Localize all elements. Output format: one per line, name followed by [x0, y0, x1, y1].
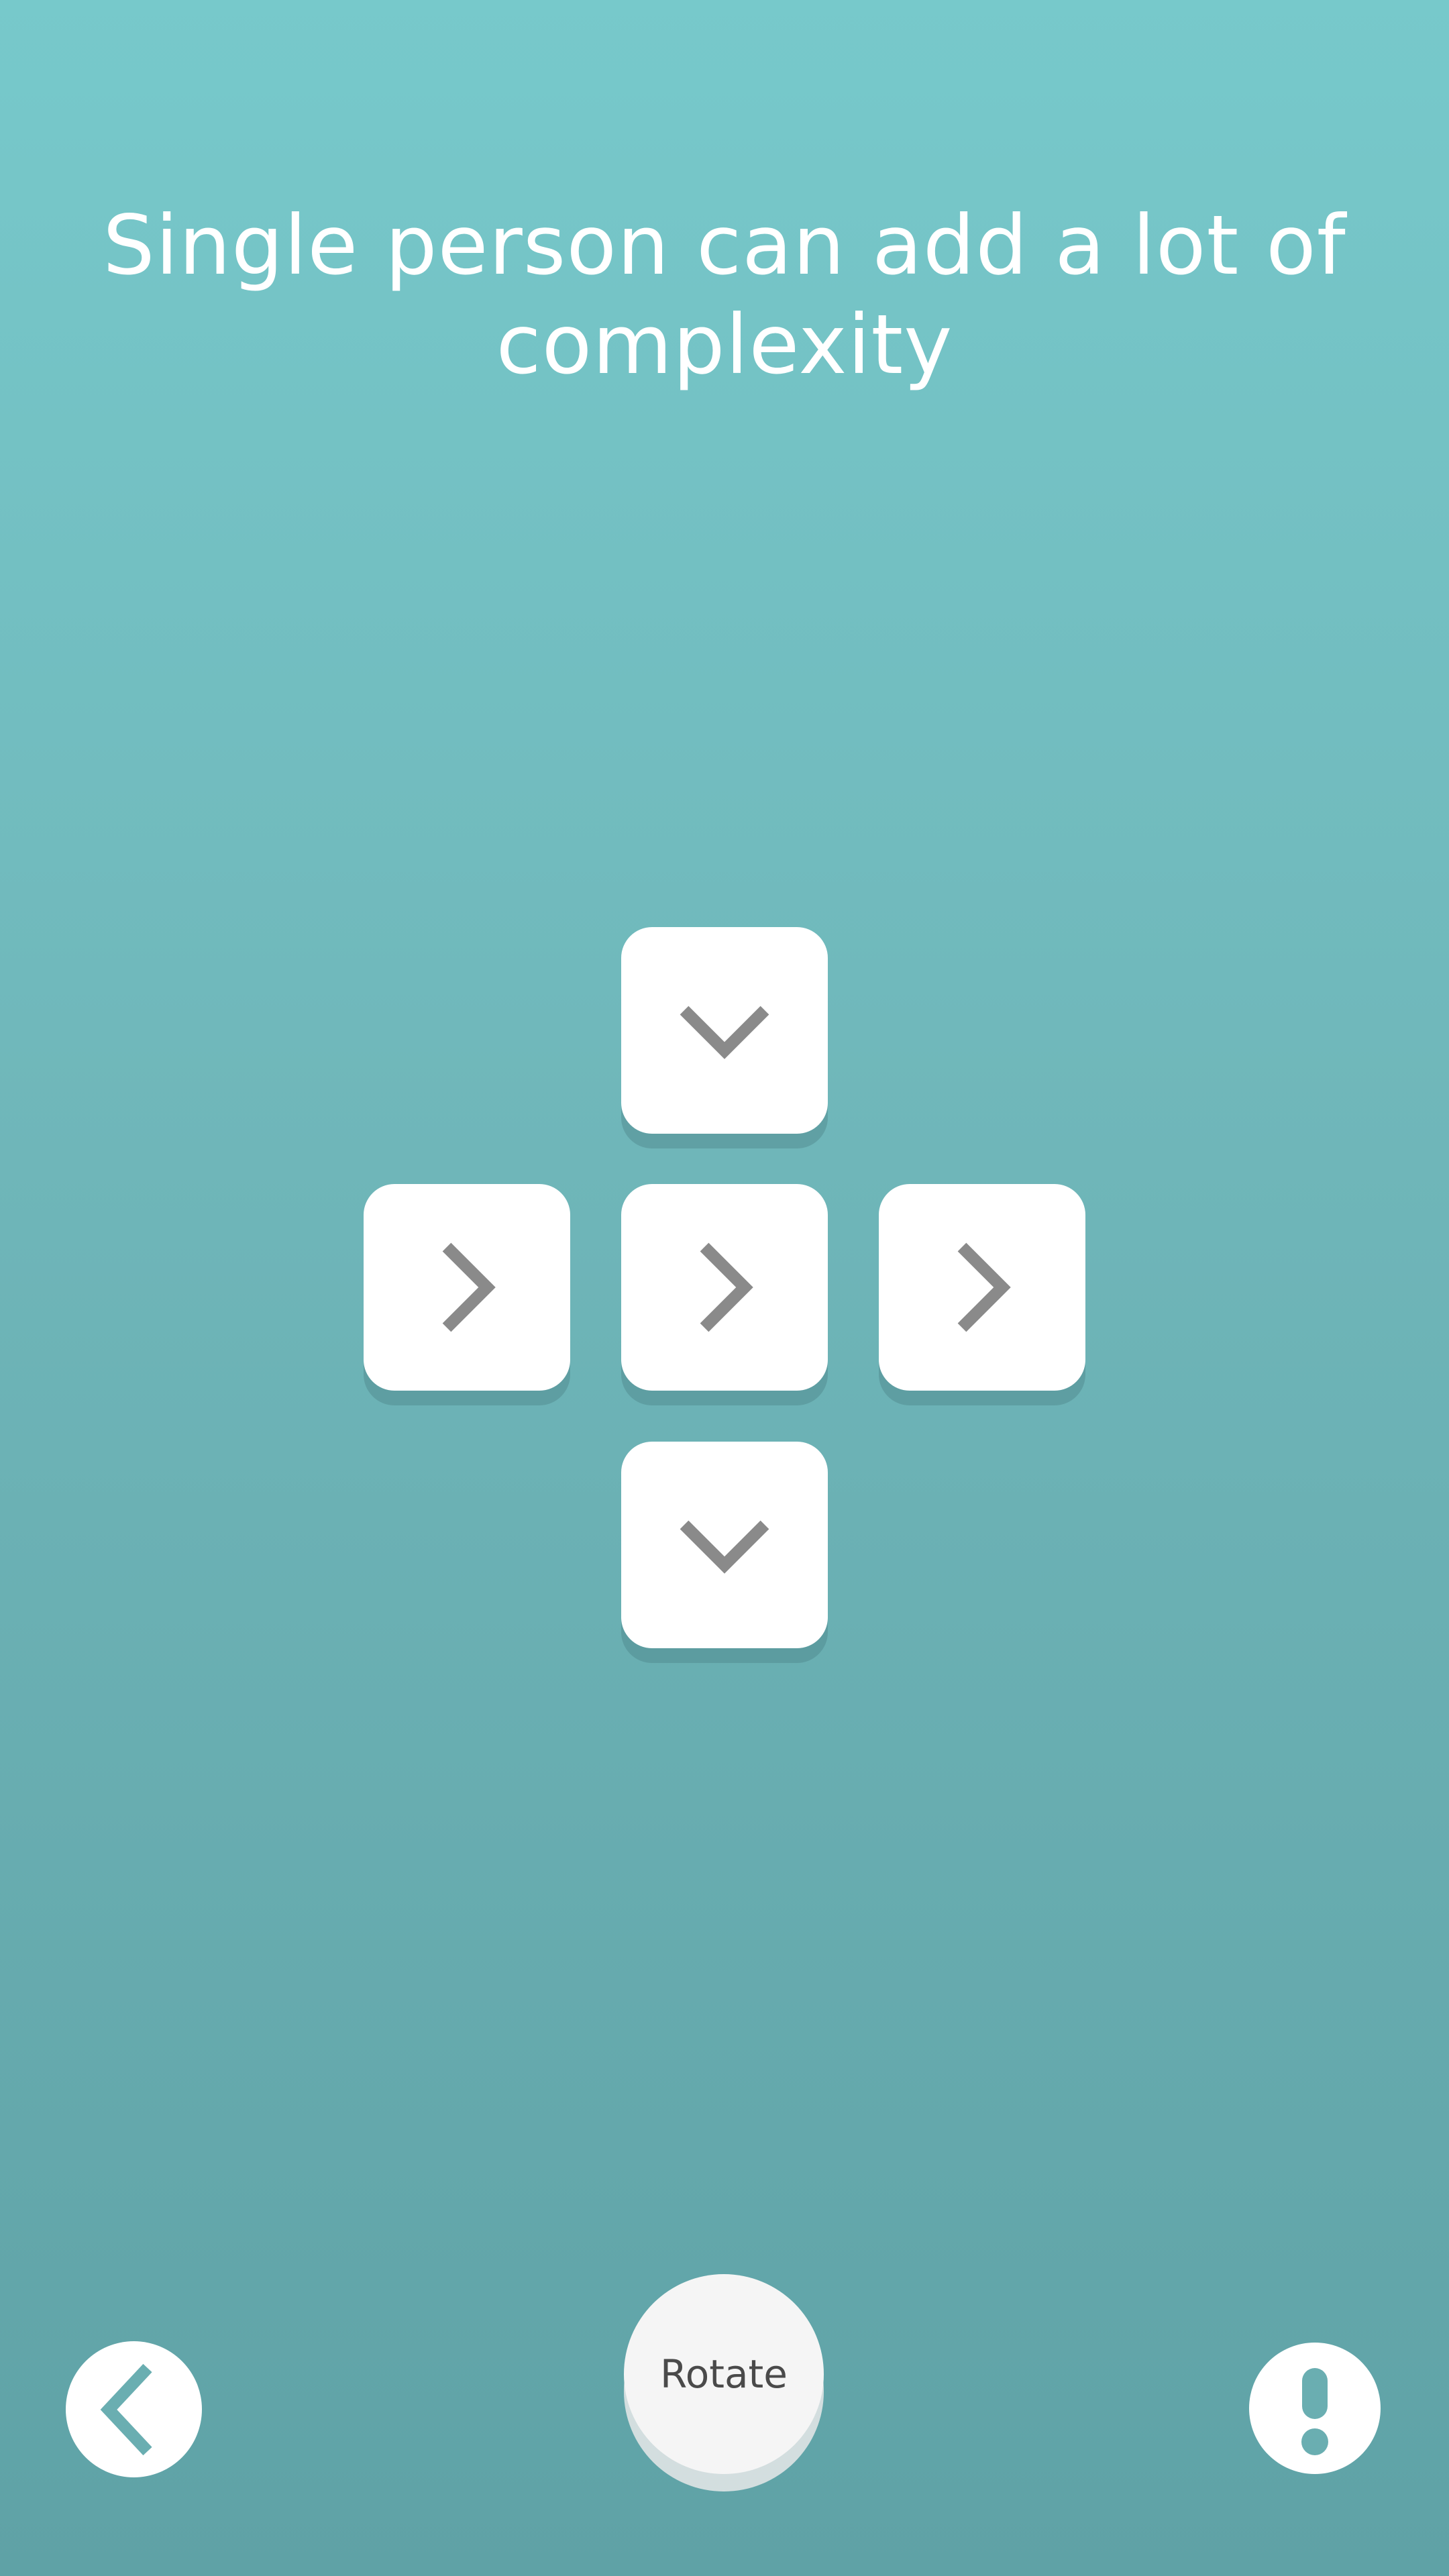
rotate-button[interactable]: Rotate — [624, 2274, 824, 2474]
chevron-right-icon — [700, 1242, 753, 1332]
chevron-left-icon — [100, 2363, 152, 2455]
puzzle-title: Single person can add a lot of complexit… — [103, 198, 1346, 392]
tile-bottom[interactable] — [621, 1442, 828, 1648]
chevron-down-icon — [680, 1520, 769, 1574]
tile-top[interactable] — [621, 927, 828, 1134]
chevron-right-icon — [442, 1242, 496, 1332]
info-button[interactable] — [1249, 2343, 1381, 2474]
tile-left[interactable] — [364, 1184, 570, 1391]
exclamation-icon — [1301, 2368, 1328, 2455]
tile-center[interactable] — [621, 1184, 828, 1391]
chevron-down-icon — [680, 1006, 769, 1059]
rotate-button-label: Rotate — [660, 2351, 788, 2397]
tile-right[interactable] — [879, 1184, 1085, 1391]
chevron-right-icon — [957, 1242, 1011, 1332]
back-button[interactable] — [66, 2341, 202, 2477]
